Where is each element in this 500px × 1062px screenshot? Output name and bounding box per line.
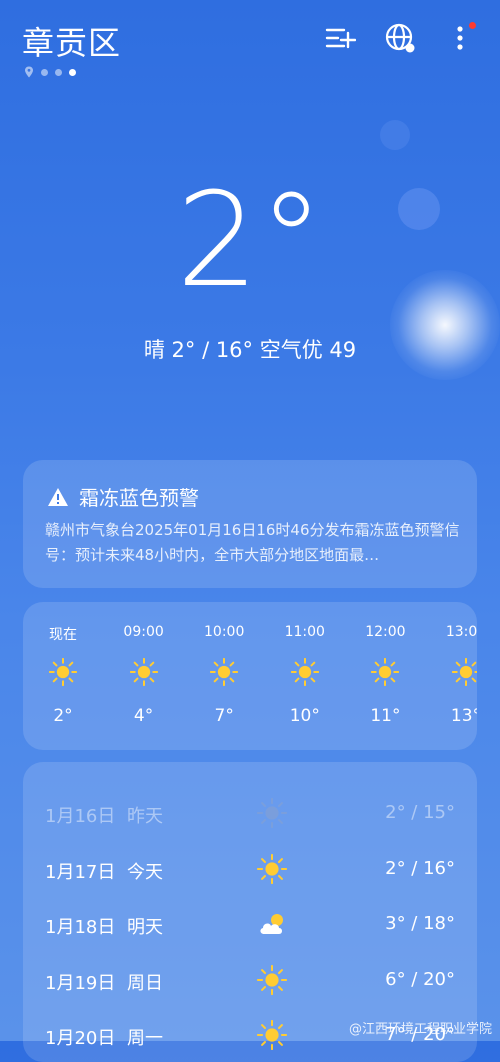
day-date: 1月16日 bbox=[45, 806, 116, 827]
day-temp-range: 2° / 16° bbox=[385, 857, 455, 879]
sun-icon bbox=[256, 1019, 288, 1051]
day-temp-range: 2° / 15° bbox=[385, 802, 455, 823]
current-temperature[interactable]: 2° bbox=[0, 165, 500, 315]
page-indicator bbox=[24, 66, 76, 78]
watermark: @江西环境工程职业学院 bbox=[348, 1022, 492, 1037]
sun-icon bbox=[256, 964, 288, 995]
hour-temperature: 7° bbox=[214, 706, 234, 726]
hour-temperature: 13° bbox=[450, 706, 477, 726]
day-label: 昨天 bbox=[127, 806, 163, 827]
lens-flare bbox=[380, 120, 410, 150]
hour-time: 11:00 bbox=[284, 624, 325, 640]
weather-alert-card[interactable]: 霜冻蓝色预警 赣州市气象台2025年01月16日16时46分发布霜冻蓝色预警信号… bbox=[23, 460, 477, 588]
day-temp-range: 3° / 18° bbox=[385, 913, 455, 934]
hour-time: 10:00 bbox=[204, 624, 245, 640]
daily-row[interactable]: 1月17日 今天 2° / 16° bbox=[23, 850, 477, 890]
sun-icon bbox=[256, 797, 288, 829]
sun-icon bbox=[210, 657, 239, 687]
alert-description: 赣州市气象台2025年01月16日16时46分发布霜冻蓝色预警信号：预计未来48… bbox=[45, 521, 460, 564]
sun-icon bbox=[371, 657, 400, 687]
sun-icon bbox=[451, 657, 477, 687]
hour-temperature: 4° bbox=[133, 706, 154, 726]
hour-time: 09:00 bbox=[123, 624, 164, 640]
hour-time: 13:00 bbox=[445, 624, 477, 640]
day-date: 1月17日 bbox=[45, 861, 116, 883]
hour-temperature: 2° bbox=[53, 706, 73, 726]
day-temp-range: 6° / 20° bbox=[385, 968, 455, 990]
daily-row[interactable]: 1月16日 昨天 2° / 15° bbox=[23, 794, 477, 834]
page-dot-active[interactable] bbox=[69, 68, 76, 76]
hour-temperature: 10° bbox=[289, 706, 320, 726]
day-date: 1月18日 bbox=[45, 917, 116, 938]
page-dot[interactable] bbox=[41, 68, 48, 76]
sun-icon bbox=[256, 853, 288, 884]
sun-icon bbox=[290, 657, 319, 687]
day-label: 周一 bbox=[127, 1028, 163, 1049]
weather-summary[interactable]: 晴 2° / 16° 空气优 49 bbox=[0, 334, 500, 364]
city-manage-icon[interactable] bbox=[324, 22, 356, 54]
sun-icon bbox=[48, 657, 78, 687]
day-date: 1月20日 bbox=[45, 1028, 116, 1049]
alert-title: 霜冻蓝色预警 bbox=[79, 486, 199, 510]
day-date: 1月19日 bbox=[45, 972, 116, 994]
daily-row[interactable]: 1月18日 明天 3° / 18° bbox=[23, 905, 477, 945]
day-label: 明天 bbox=[127, 917, 163, 938]
page-dot[interactable] bbox=[55, 68, 62, 76]
cloudy-icon bbox=[257, 909, 287, 939]
day-label: 周日 bbox=[127, 972, 163, 994]
location-icon bbox=[25, 66, 33, 78]
hour-temperature: 11° bbox=[370, 706, 401, 726]
hour-time: 现在 bbox=[49, 627, 77, 643]
city-name[interactable]: 章贡区 bbox=[22, 18, 121, 64]
daily-row[interactable]: 1月19日 周日 6° / 20° bbox=[23, 961, 477, 1001]
hour-time: 12:00 bbox=[365, 624, 406, 640]
day-label: 今天 bbox=[127, 861, 163, 883]
warning-icon bbox=[48, 487, 68, 506]
globe-icon[interactable] bbox=[384, 22, 416, 54]
top-bar: 章贡区 bbox=[0, 0, 500, 90]
notification-dot bbox=[469, 22, 476, 29]
more-icon[interactable] bbox=[444, 22, 476, 54]
daily-forecast-card[interactable]: 1月16日 昨天 2° / 15° 1月17日 今天 2° / 16° 1月18… bbox=[23, 762, 477, 1062]
sun-icon bbox=[129, 657, 158, 687]
hourly-forecast-card[interactable]: 现在 2° 09:00 4° 10:00 7° 11:00 10° 12:00 … bbox=[23, 602, 477, 750]
